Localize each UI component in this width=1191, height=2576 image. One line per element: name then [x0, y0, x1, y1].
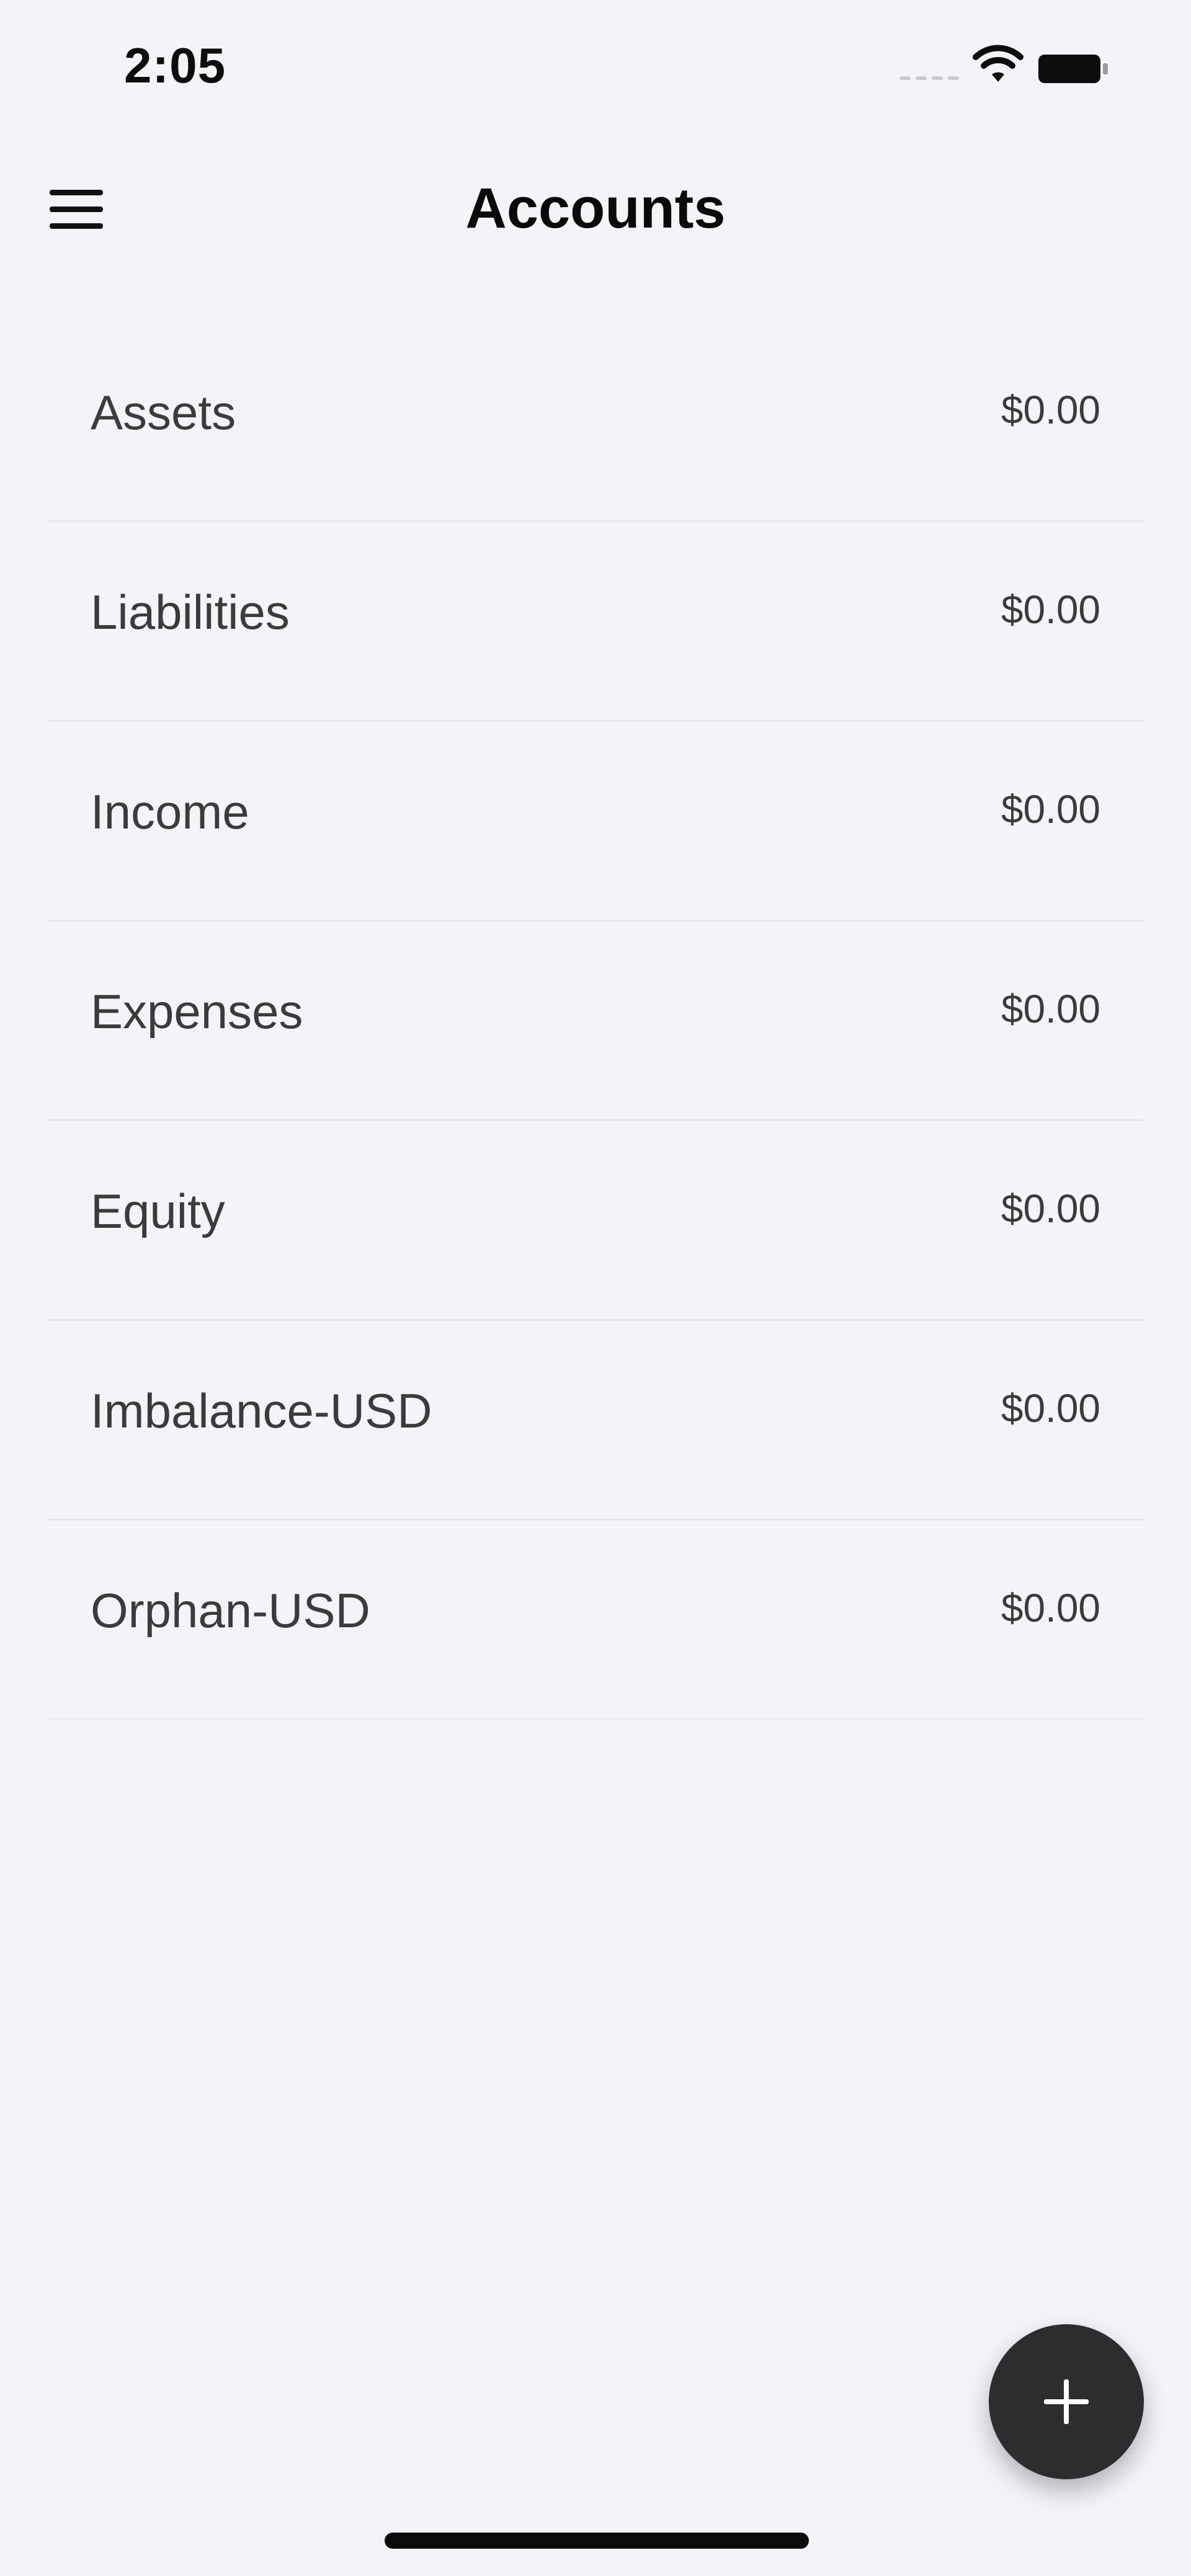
account-balance: $0.00 — [1001, 787, 1100, 832]
account-row-equity[interactable]: Equity $0.00 — [47, 1121, 1144, 1321]
account-row-orphan-usd[interactable]: Orphan-USD $0.00 — [47, 1521, 1144, 1720]
account-name: Assets — [91, 385, 236, 440]
account-name: Liabilities — [91, 585, 290, 639]
account-balance: $0.00 — [1001, 987, 1100, 1031]
account-row-assets[interactable]: Assets $0.00 — [47, 322, 1144, 522]
account-name: Income — [91, 784, 249, 839]
battery-icon — [1038, 55, 1108, 83]
page-title: Accounts — [465, 177, 726, 240]
account-balance: $0.00 — [1001, 1386, 1100, 1431]
account-balance: $0.00 — [1001, 1186, 1100, 1231]
account-name: Equity — [91, 1184, 225, 1238]
home-indicator[interactable] — [385, 2533, 809, 2549]
app-header: Accounts — [0, 149, 1191, 273]
account-name: Orphan-USD — [91, 1583, 370, 1638]
wifi-icon — [973, 45, 1024, 82]
plus-icon — [1044, 2379, 1089, 2424]
account-balance: $0.00 — [1001, 388, 1100, 432]
add-account-button[interactable] — [989, 2324, 1144, 2479]
account-row-liabilities[interactable]: Liabilities $0.00 — [47, 522, 1144, 722]
account-balance: $0.00 — [1001, 587, 1100, 632]
status-time: 2:05 — [124, 38, 226, 93]
account-list: Assets $0.00 Liabilities $0.00 Income $0… — [47, 322, 1144, 1720]
accounts-screen: 2:05 Accounts Assets $0.00 Liabilities $… — [0, 0, 1191, 2576]
account-balance: $0.00 — [1001, 1586, 1100, 1630]
account-row-imbalance-usd[interactable]: Imbalance-USD $0.00 — [47, 1321, 1144, 1521]
account-row-expenses[interactable]: Expenses $0.00 — [47, 922, 1144, 1121]
cellular-signal-icon — [899, 74, 959, 82]
status-bar: 2:05 — [0, 0, 1191, 124]
account-row-income[interactable]: Income $0.00 — [47, 722, 1144, 922]
account-name: Expenses — [91, 984, 303, 1039]
account-name: Imbalance-USD — [91, 1383, 432, 1438]
